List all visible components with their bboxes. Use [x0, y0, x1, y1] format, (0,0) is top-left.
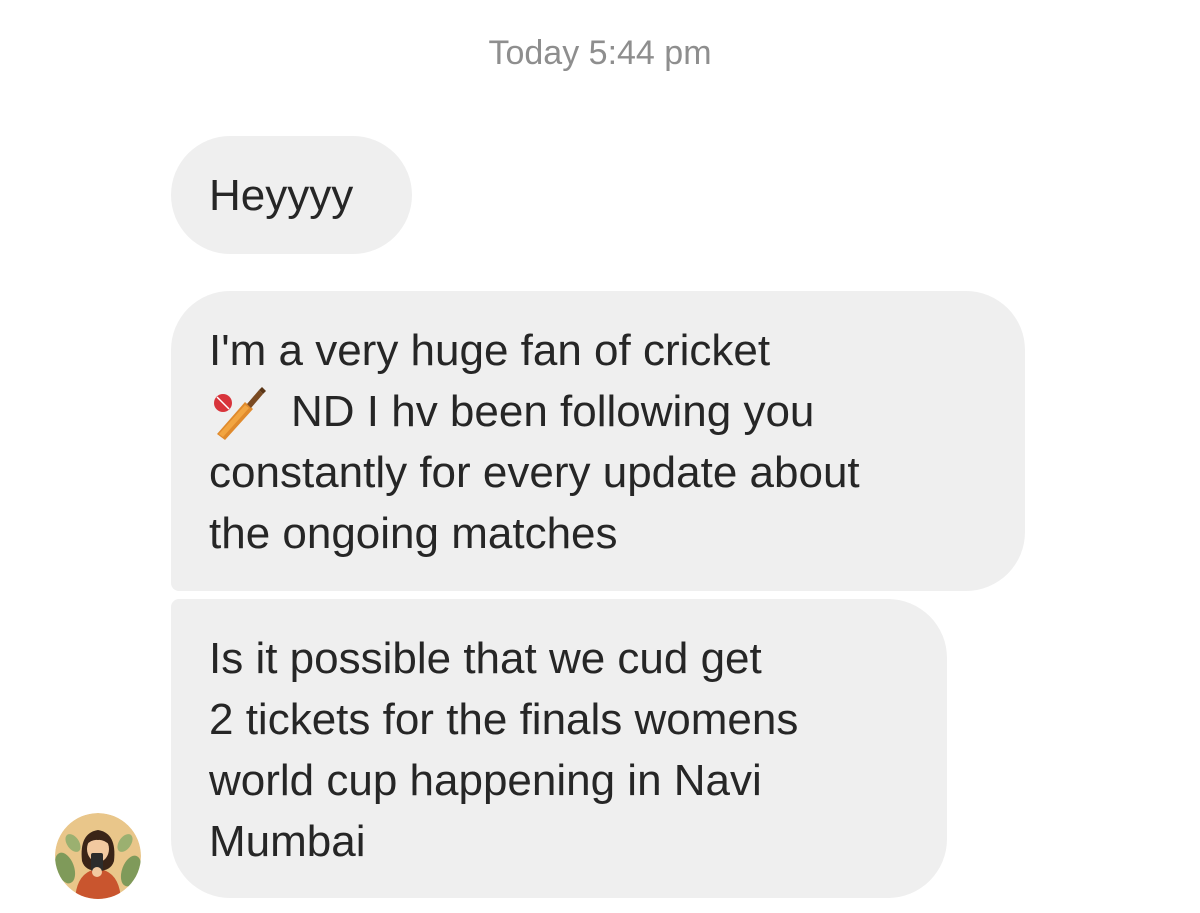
message-text: ND I hv been following you	[291, 387, 815, 436]
girl-avatar-icon	[55, 813, 141, 899]
message-bubble[interactable]: Is it possible that we cud get 2 tickets…	[171, 599, 947, 898]
message-bubble[interactable]: I'm a very huge fan of cricket ND I hv b…	[171, 291, 1025, 591]
message-text: Is it possible that we cud get	[209, 634, 762, 683]
message-text: 2 tickets for the finals womens	[209, 695, 799, 744]
message-text: Mumbai	[209, 817, 366, 866]
message-text: Heyyyy	[209, 171, 354, 220]
thread-timestamp: Today 5:44 pm	[488, 34, 712, 72]
cricket-bat-emoji-icon	[214, 387, 266, 440]
message-text: I'm a very huge fan of cricket	[209, 326, 771, 375]
message-text: the ongoing matches	[209, 509, 618, 558]
message-text: world cup happening in Navi	[209, 756, 762, 805]
sender-avatar[interactable]	[55, 813, 141, 899]
message-bubble[interactable]: Heyyyy	[171, 136, 412, 254]
message-text: constantly for every update about	[209, 448, 860, 497]
